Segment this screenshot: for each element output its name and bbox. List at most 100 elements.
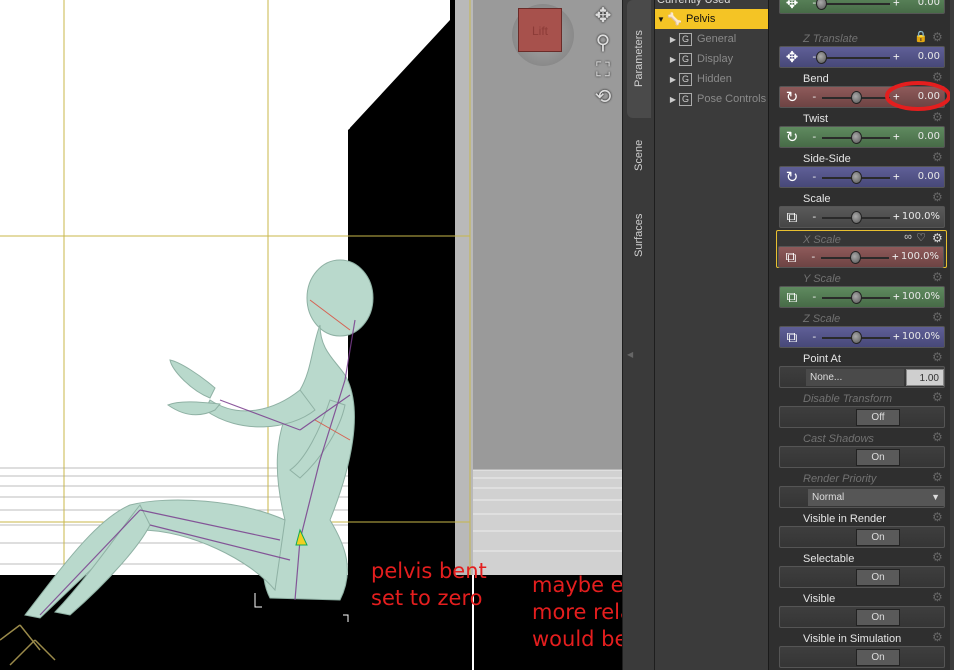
view-cube-face[interactable]: Lift <box>518 8 562 52</box>
tree-item-hidden[interactable]: ▶ G Hidden <box>667 69 768 89</box>
toggle-button[interactable]: On <box>856 449 900 466</box>
param-visible[interactable]: Visible ⚙ On <box>777 590 946 630</box>
expand-arrow-icon[interactable]: ▶ <box>667 35 679 44</box>
gear-icon[interactable]: ⚙ <box>932 551 944 563</box>
param-value[interactable]: 0.00 <box>918 171 940 182</box>
param-point-at[interactable]: Point At ⚙ None... 1.00 <box>777 350 946 390</box>
gear-icon[interactable]: ⚙ <box>932 271 944 283</box>
param-selectable[interactable]: Selectable ⚙ On <box>777 550 946 590</box>
param-disable-transform[interactable]: Disable Transform ⚙ Off <box>777 390 946 430</box>
heart-icon[interactable]: ♡ <box>916 231 926 244</box>
gear-icon[interactable]: ⚙ <box>932 591 944 603</box>
zoom-icon[interactable]: ⚲ <box>591 30 615 54</box>
param-z-translate[interactable]: Z Translate 🔒 ⚙ ✥ - + 0.00 <box>777 30 946 70</box>
param-value[interactable]: 100.0% <box>902 331 940 342</box>
param-value[interactable]: 0.00 <box>918 131 940 142</box>
param-slider[interactable]: ✥ - + 0.00 <box>779 46 945 68</box>
gear-icon[interactable]: ⚙ <box>932 631 944 643</box>
param-value[interactable]: 100.0% <box>902 291 940 302</box>
dropdown-caret-icon[interactable]: ▼ <box>931 489 940 506</box>
gear-icon[interactable]: ⚙ <box>932 511 944 523</box>
param-y-scale[interactable]: Y Scale ⚙ ⧉ - + 100.0% <box>777 270 946 310</box>
render-priority-dropdown[interactable]: Normal ▼ <box>808 489 944 506</box>
slider-knob[interactable] <box>851 331 862 344</box>
toggle-button[interactable]: Off <box>856 409 900 426</box>
lock-icon[interactable]: 🔒 <box>914 30 928 43</box>
gear-icon[interactable]: ⚙ <box>932 431 944 443</box>
slider-knob[interactable] <box>816 51 827 64</box>
gear-icon[interactable]: ⚙ <box>932 191 944 203</box>
param-x-scale[interactable]: X Scale ∞ ♡ ⚙ ⧉ - + 100.0% <box>776 230 947 268</box>
tab-surfaces[interactable]: Surfaces <box>627 195 651 275</box>
toggle-button[interactable]: On <box>856 529 900 546</box>
param-z-scale[interactable]: Z Scale ⚙ ⧉ - + 100.0% <box>777 310 946 350</box>
gear-icon[interactable]: ⚙ <box>932 111 944 123</box>
tab-scene[interactable]: Scene <box>627 120 651 190</box>
decrement-icon[interactable]: - <box>810 250 817 263</box>
slider-knob[interactable] <box>851 131 862 144</box>
param-slider[interactable]: ↻ - + 0.00 <box>779 166 945 188</box>
increment-icon[interactable]: + <box>893 170 900 183</box>
increment-icon[interactable]: + <box>893 130 900 143</box>
decrement-icon[interactable]: - <box>811 290 818 303</box>
increment-icon[interactable]: + <box>893 0 900 9</box>
point-at-value-field[interactable]: 1.00 <box>906 369 944 386</box>
point-at-target-button[interactable]: None... <box>806 369 904 386</box>
param-value[interactable]: 0.00 <box>918 51 940 62</box>
expand-arrow-icon[interactable]: ▶ <box>667 55 679 64</box>
expand-arrow-icon[interactable]: ▶ <box>667 95 679 104</box>
gear-icon[interactable]: ⚙ <box>932 391 944 403</box>
param-cast-shadows[interactable]: Cast Shadows ⚙ On <box>777 430 946 470</box>
param-twist[interactable]: Twist ⚙ ↻ - + 0.00 <box>777 110 946 150</box>
link-icon[interactable]: ∞ <box>904 231 912 243</box>
tree-item-pelvis[interactable]: ▼ 🦴 Pelvis <box>655 9 768 29</box>
3d-viewport[interactable]: Lift ✥ ⚲ ⛶ ⟲ pelvis bent set to zero may… <box>0 0 622 670</box>
param-slider[interactable]: ↻ - + 0.00 <box>779 126 945 148</box>
decrement-icon[interactable]: - <box>811 210 818 223</box>
param-slider[interactable]: ⧉ - + 100.0% <box>779 206 945 228</box>
slider-track[interactable] <box>822 57 890 59</box>
param-visible-in-simulation[interactable]: Visible in Simulation ⚙ On <box>777 630 946 670</box>
orbit-icon[interactable]: ⟲ <box>591 84 615 108</box>
param-value[interactable]: 0.00 <box>918 0 940 8</box>
toggle-button[interactable]: On <box>856 609 900 626</box>
params-scrollbar[interactable] <box>950 0 954 670</box>
param-slider[interactable]: ⧉ - + 100.0% <box>779 286 945 308</box>
param-value[interactable]: 100.0% <box>901 251 939 262</box>
tree-item-display[interactable]: ▶ G Display <box>667 49 768 69</box>
move-icon[interactable]: ✥ <box>591 3 615 27</box>
increment-icon[interactable]: + <box>893 330 900 343</box>
gear-icon[interactable]: ⚙ <box>932 31 944 43</box>
slider-knob[interactable] <box>851 291 862 304</box>
param-render-priority[interactable]: Render Priority ⚙ Normal ▼ <box>777 470 946 510</box>
decrement-icon[interactable]: - <box>811 90 818 103</box>
gear-icon[interactable]: ⚙ <box>932 311 944 323</box>
toggle-button[interactable]: On <box>856 569 900 586</box>
gear-icon[interactable]: ⚙ <box>932 232 944 244</box>
decrement-icon[interactable]: - <box>811 330 818 343</box>
slider-track[interactable] <box>822 3 890 5</box>
slider-knob[interactable] <box>816 0 827 10</box>
gear-icon[interactable]: ⚙ <box>932 351 944 363</box>
slider-knob[interactable] <box>851 211 862 224</box>
param-y-translate[interactable]: ⚙ ✥ - + 0.00 <box>777 0 946 16</box>
tree-item-pose-controls[interactable]: ▶ G Pose Controls <box>667 89 768 109</box>
frame-icon[interactable]: ⛶ <box>591 57 615 81</box>
expand-arrow-icon[interactable]: ▼ <box>655 15 667 24</box>
param-bend[interactable]: Bend ⚙ ↻ - + 0.00 <box>777 70 951 111</box>
tab-parameters[interactable]: Parameters <box>627 0 651 118</box>
view-cube[interactable]: Lift <box>512 4 574 66</box>
param-slider[interactable]: ✥ - + 0.00 <box>779 0 945 14</box>
increment-icon[interactable]: + <box>892 250 899 263</box>
pane-collapse-grip[interactable]: ◀ <box>627 350 635 390</box>
gear-icon[interactable]: ⚙ <box>932 151 944 163</box>
increment-icon[interactable]: + <box>893 210 900 223</box>
decrement-icon[interactable]: - <box>811 130 818 143</box>
gear-icon[interactable]: ⚙ <box>932 471 944 483</box>
toggle-button[interactable]: On <box>856 649 900 666</box>
tree-item-general[interactable]: ▶ G General <box>667 29 768 49</box>
slider-knob[interactable] <box>850 251 861 264</box>
increment-icon[interactable]: + <box>893 290 900 303</box>
decrement-icon[interactable]: - <box>811 170 818 183</box>
slider-knob[interactable] <box>851 91 862 104</box>
